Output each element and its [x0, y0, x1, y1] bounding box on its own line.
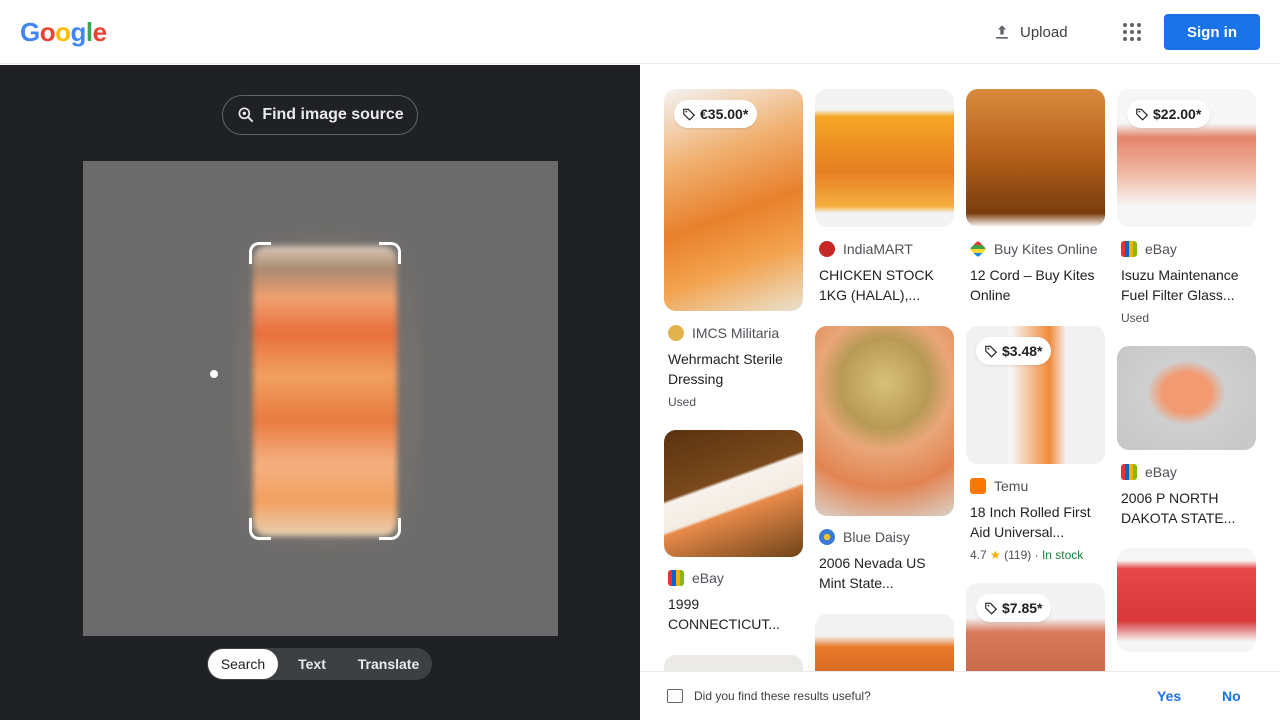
mode-translate-tab[interactable]: Translate	[346, 649, 431, 679]
crop-handle-bottom-right[interactable]	[379, 518, 401, 540]
price-tag-icon	[985, 345, 998, 358]
logo-letter: l	[85, 17, 93, 47]
price-tag-icon	[1136, 108, 1149, 121]
image-search-icon	[238, 107, 254, 123]
result-source: IMCS Militaria	[668, 325, 779, 341]
result-source: Blue Daisy	[819, 529, 910, 545]
upload-label: Upload	[1020, 23, 1068, 41]
result-thumbnail[interactable]	[1117, 346, 1256, 450]
result-title: 1999 CONNECTICUT...	[668, 596, 780, 632]
upload-button[interactable]: Upload	[992, 18, 1068, 46]
result-source: eBay	[1121, 464, 1177, 480]
lens-mode-switcher: Search Text Translate	[207, 648, 432, 680]
crop-handle-top-left[interactable]	[249, 242, 271, 264]
result-thumbnail[interactable]	[966, 89, 1105, 227]
selection-dot[interactable]	[210, 370, 218, 378]
sign-in-button[interactable]: Sign in	[1164, 14, 1260, 50]
feedback-bar: Did you find these results useful? Yes N…	[640, 671, 1280, 720]
result-source: eBay	[1121, 241, 1177, 257]
selected-image-region	[253, 246, 397, 536]
result-source: Temu	[970, 478, 1028, 494]
top-bar: Google Upload Sign in	[0, 0, 1280, 64]
source-favicon	[668, 325, 684, 341]
price-tag-icon	[683, 108, 696, 121]
upload-icon	[996, 25, 1008, 39]
result-source: IndiaMART	[819, 241, 913, 257]
logo-letter: o	[39, 17, 56, 47]
price-tag-icon	[985, 602, 998, 615]
source-favicon	[1121, 241, 1137, 257]
lens-panel: Find image source Search Text Translate	[0, 65, 640, 720]
logo-letter: g	[70, 17, 87, 47]
crop-selector[interactable]	[249, 242, 401, 540]
result-title: 18 Inch Rolled First Aid Universal...	[970, 504, 1091, 540]
logo-letter: o	[55, 17, 71, 47]
result-thumbnail[interactable]: $22.00*	[1117, 89, 1256, 227]
result-source: eBay	[668, 570, 724, 586]
crop-handle-top-right[interactable]	[379, 242, 401, 264]
find-image-source-label: Find image source	[262, 106, 404, 123]
results-grid: €35.00* IMCS Militaria Wehrmacht Sterile…	[640, 65, 1280, 720]
result-title: CHICKEN STOCK 1KG (HALAL),...	[819, 267, 934, 303]
result-thumbnail[interactable]: €35.00*	[664, 89, 803, 311]
source-favicon	[969, 240, 987, 258]
logo-letter: G	[20, 17, 40, 47]
result-condition: Used	[1121, 311, 1150, 325]
price-chip: $7.85*	[976, 594, 1052, 622]
feedback-icon	[667, 689, 683, 703]
result-thumbnail[interactable]: $3.48*	[966, 326, 1105, 464]
feedback-no-button[interactable]: No	[1222, 688, 1241, 704]
feedback-yes-button[interactable]: Yes	[1157, 688, 1181, 704]
result-thumbnail[interactable]	[815, 326, 954, 516]
result-thumbnail[interactable]	[1117, 548, 1256, 652]
feedback-question: Did you find these results useful?	[694, 689, 871, 703]
source-favicon	[668, 570, 684, 586]
logo-letter: e	[92, 17, 107, 47]
result-thumbnail[interactable]	[664, 430, 803, 557]
source-favicon	[819, 529, 835, 545]
result-title: Isuzu Maintenance Fuel Filter Glass...	[1121, 267, 1239, 303]
result-rating: 4.7 ★ (119) · In stock	[970, 548, 1084, 562]
source-favicon	[819, 241, 835, 257]
result-thumbnail[interactable]	[815, 89, 954, 227]
apps-grid-icon[interactable]	[1118, 18, 1146, 46]
source-favicon	[1121, 464, 1137, 480]
result-title: 2006 P NORTH DAKOTA STATE...	[1121, 490, 1236, 526]
price-chip: $22.00*	[1127, 100, 1211, 128]
result-title: Wehrmacht Sterile Dressing	[668, 351, 783, 387]
result-title: 2006 Nevada US Mint State...	[819, 555, 926, 591]
mode-text-tab[interactable]: Text	[278, 649, 346, 679]
result-title: 12 Cord – Buy Kites Online	[970, 267, 1095, 303]
result-source: Buy Kites Online	[969, 240, 1098, 258]
google-logo[interactable]: Google	[20, 17, 107, 48]
image-preview[interactable]	[83, 161, 558, 636]
find-image-source-button[interactable]: Find image source	[222, 95, 418, 135]
price-chip: €35.00*	[674, 100, 758, 128]
star-icon: ★	[990, 548, 1001, 562]
price-chip: $3.48*	[976, 337, 1052, 365]
crop-handle-bottom-left[interactable]	[249, 518, 271, 540]
source-favicon	[970, 478, 986, 494]
result-condition: Used	[668, 395, 697, 409]
mode-search-tab[interactable]: Search	[208, 649, 278, 679]
